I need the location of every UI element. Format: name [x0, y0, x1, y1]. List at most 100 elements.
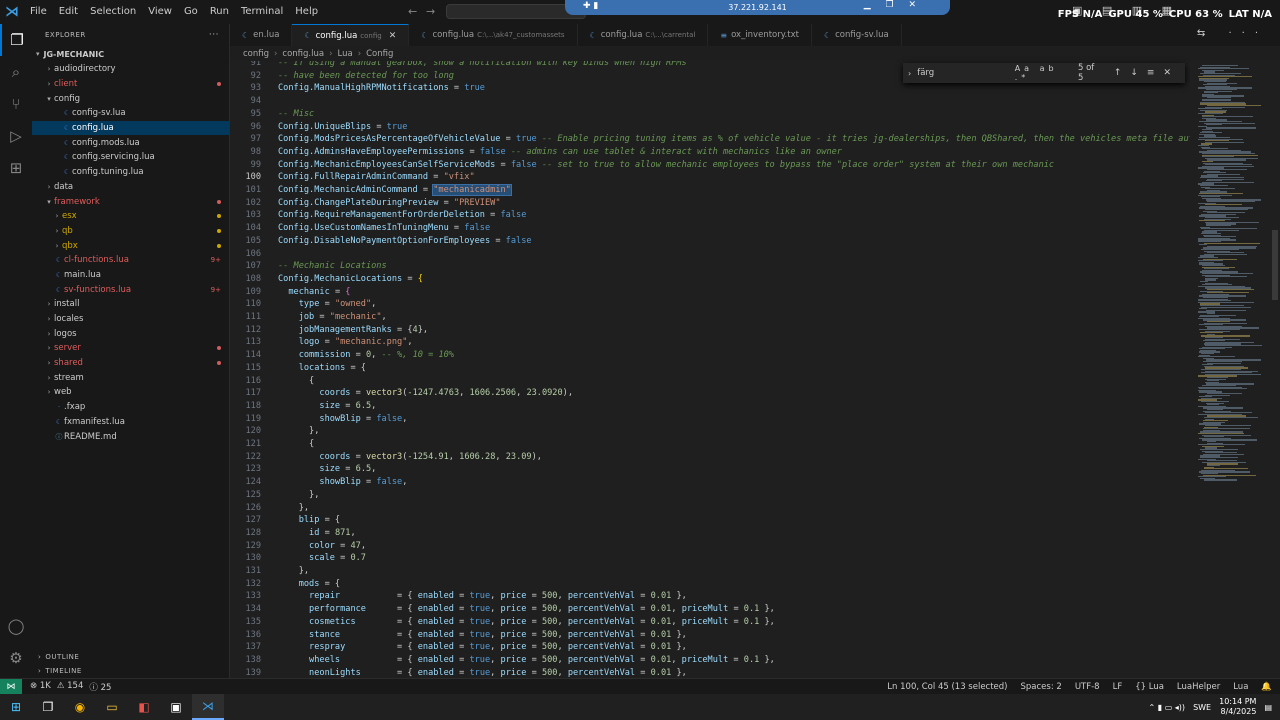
menu-help[interactable]: Help [289, 0, 324, 24]
indentation[interactable]: Spaces: 2 [1021, 682, 1062, 692]
file-explorer-icon[interactable]: ▭ [96, 694, 128, 720]
editor-tab[interactable]: ☾ en.lua [230, 24, 293, 46]
minimap[interactable] [1190, 61, 1280, 678]
tree-folder[interactable]: › data [32, 180, 229, 195]
clock[interactable]: 10:14 PM 8/4/2025 [1219, 697, 1256, 717]
menu-terminal[interactable]: Terminal [235, 0, 289, 24]
code-editor[interactable]: 91 -- If using a manual gearbox, show a n… [230, 61, 1190, 678]
app-icon[interactable]: ◧ [128, 694, 160, 720]
locale-indicator[interactable]: SWE [1193, 703, 1211, 712]
tree-folder[interactable]: › esx [32, 209, 229, 224]
tree-folder[interactable]: › stream [32, 370, 229, 385]
task-view-icon[interactable]: ❐ [32, 694, 64, 720]
code-token: }, [671, 667, 687, 678]
warnings-status[interactable]: ⚠ 154 [57, 681, 84, 693]
find-input[interactable]: färg [917, 68, 1007, 78]
scrollbar-thumb[interactable] [1272, 230, 1278, 300]
remote-session-bar[interactable]: ✚ ▮ 37.221.92.141 ▁ ❐ ✕ [565, 0, 950, 15]
code-text: mechanic = { [278, 286, 350, 299]
lua-language[interactable]: Lua [1233, 682, 1248, 692]
tree-file[interactable]: ⓘ README.md [32, 429, 229, 444]
status-dot-icon [217, 214, 221, 219]
outline-section[interactable]: › OUTLINE [32, 650, 229, 664]
extensions-icon[interactable]: ⊞ [0, 152, 32, 184]
menu-go[interactable]: Go [178, 0, 204, 24]
menu-file[interactable]: File [24, 0, 53, 24]
breadcrumb-item[interactable]: Config [366, 49, 393, 59]
tree-folder[interactable]: › logos [32, 326, 229, 341]
cursor-position[interactable]: Ln 100, Col 45 (13 selected) [887, 682, 1007, 692]
back-arrow-icon[interactable]: ← [408, 5, 417, 18]
chrome-icon[interactable]: ◉ [64, 694, 96, 720]
menu-selection[interactable]: Selection [84, 0, 142, 24]
tree-folder[interactable]: ▾ config [32, 91, 229, 106]
code-token: Config.UniqueBlips [278, 121, 372, 132]
chevron-right-icon: › [47, 182, 51, 191]
tree-file[interactable]: ☾ fxmanifest.lua [32, 415, 229, 430]
tree-folder[interactable]: › client [32, 77, 229, 92]
forward-arrow-icon[interactable]: → [426, 5, 435, 18]
breadcrumb-item[interactable]: config [243, 49, 269, 59]
tree-folder[interactable]: › audiodirectory [32, 62, 229, 77]
search-icon[interactable]: ⌕ [0, 56, 32, 88]
end-of-line[interactable]: LF [1113, 682, 1123, 692]
explorer-root-folder[interactable]: ▾ JG-MECHANIC [32, 46, 229, 62]
pin-icon[interactable]: ✚ ▮ [583, 1, 598, 11]
tree-file[interactable]: ☾ config.servicing.lua [32, 150, 229, 165]
timeline-section[interactable]: › TIMELINE [32, 664, 229, 678]
tree-file[interactable]: ☾ main.lua [32, 268, 229, 283]
tree-file[interactable]: · .fxap [32, 400, 229, 415]
explorer-icon[interactable]: ❐ [0, 24, 32, 56]
toggle-replace-icon[interactable]: › [908, 69, 911, 78]
info-status[interactable]: ⓘ 25 [89, 681, 111, 693]
tree-file[interactable]: ☾ sv-functions.lua 9+ [32, 282, 229, 297]
editor-actions-icon[interactable]: ⇆ ··· [1197, 28, 1268, 39]
terminal-icon[interactable]: ▣ [160, 694, 192, 720]
close-tab-icon[interactable]: ✕ [389, 31, 397, 41]
menu-edit[interactable]: Edit [53, 0, 84, 24]
menu-run[interactable]: Run [204, 0, 235, 24]
gear-icon[interactable]: ⚙ [0, 642, 32, 674]
remote-indicator-icon[interactable]: ⋈ [0, 678, 22, 695]
tree-folder[interactable]: › shared [32, 356, 229, 371]
window-controls-icon[interactable]: ▁ ❐ ✕ [864, 0, 922, 10]
tree-file[interactable]: ☾ config-sv.lua [32, 106, 229, 121]
notification-center-icon[interactable]: ▤ [1264, 703, 1272, 712]
code-token: Config.ChangePlateDuringPreview [278, 197, 439, 208]
tree-file[interactable]: ☾ cl-functions.lua 9+ [32, 253, 229, 268]
line-number: 111 [245, 312, 261, 322]
tree-folder[interactable]: › locales [32, 312, 229, 327]
tray-icons[interactable]: ⌃ ▮ ▭ ◂)) [1149, 703, 1186, 712]
tree-folder[interactable]: › qb [32, 224, 229, 239]
errors-status[interactable]: ⊗ 1K [30, 681, 51, 693]
more-actions-icon[interactable]: ··· [209, 30, 219, 40]
windows-start-icon[interactable]: ⊞ [0, 694, 32, 720]
account-icon[interactable]: ◯ [0, 610, 32, 642]
notifications-icon[interactable]: 🔔 [1261, 682, 1272, 692]
editor-tab[interactable]: ☾ config-sv.lua [812, 24, 902, 46]
language-mode[interactable]: {} Lua [1135, 682, 1164, 692]
tree-folder[interactable]: › server [32, 341, 229, 356]
find-options-icon[interactable]: Aa ab .* [1015, 64, 1072, 82]
editor-tab[interactable]: ≡ ox_inventory.txt [708, 24, 812, 46]
menu-view[interactable]: View [142, 0, 178, 24]
lua-helper[interactable]: LuaHelper [1177, 682, 1220, 692]
tree-file[interactable]: ☾ config.tuning.lua [32, 165, 229, 180]
tree-file[interactable]: ☾ config.mods.lua [32, 135, 229, 150]
tree-folder[interactable]: › install [32, 297, 229, 312]
breadcrumb-item[interactable]: Lua [338, 49, 353, 59]
editor-tab[interactable]: ☾ config.lua C:\...\carrental [578, 24, 709, 46]
breadcrumb-item[interactable]: config.lua [282, 49, 324, 59]
tree-folder[interactable]: ▾ framework [32, 194, 229, 209]
run-debug-icon[interactable]: ▷ [0, 120, 32, 152]
tree-folder[interactable]: › qbx [32, 238, 229, 253]
editor-tab[interactable]: ☾ config.lua config ✕ [292, 24, 410, 46]
tree-folder[interactable]: › web [32, 385, 229, 400]
tree-file[interactable]: ☾ config.lua [32, 120, 229, 136]
editor-tab[interactable]: ☾ config.lua C:\...\ak47_customassets [409, 24, 578, 46]
find-nav-icons[interactable]: ↑↓≡✕ [1114, 68, 1180, 78]
vscode-taskbar-icon[interactable]: ⋊ [192, 694, 224, 720]
encoding[interactable]: UTF-8 [1075, 682, 1100, 692]
source-control-icon[interactable]: ⑂ [0, 88, 32, 120]
